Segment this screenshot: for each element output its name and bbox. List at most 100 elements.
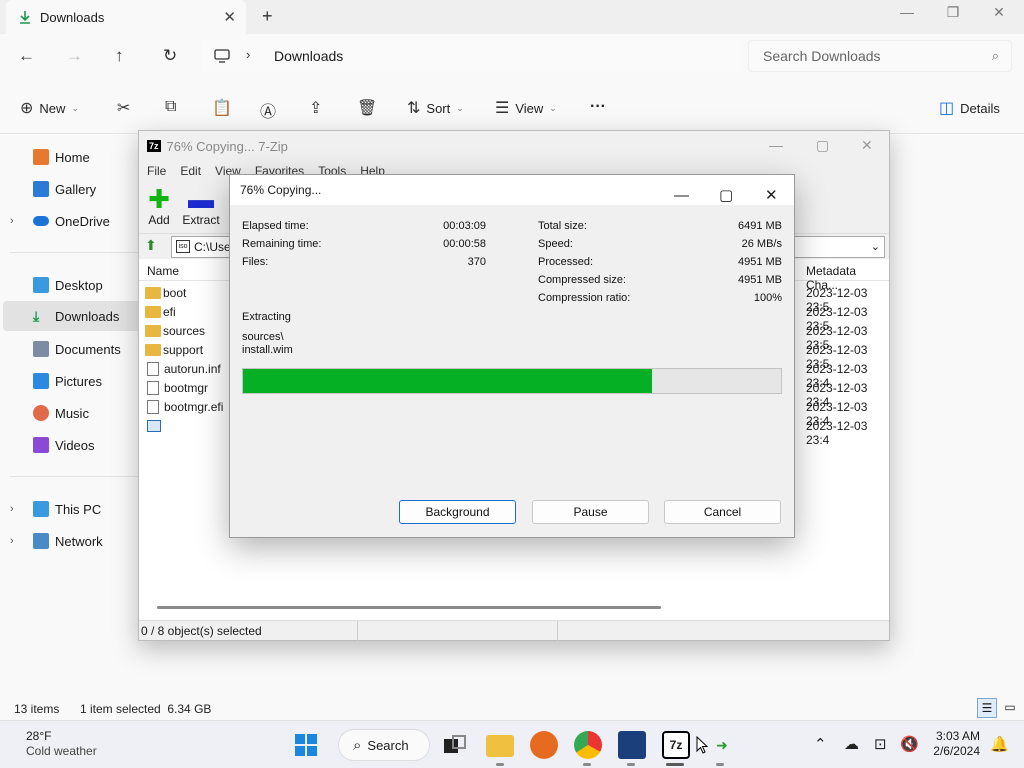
chevron-up-icon[interactable]: ⌃ [814,735,827,753]
nav-home[interactable]: Home [0,142,158,172]
close-window-button[interactable]: ✕ [861,137,873,154]
nav-downloads[interactable]: ⤓ Downloads [3,301,158,331]
7zip-logo-icon: 7z [147,140,161,152]
search-input[interactable]: Search Downloads ⌕ [748,40,1012,72]
list-item[interactable]: bootmgr.efi [145,397,223,416]
list-item[interactable]: efi [145,302,176,321]
minimize-button[interactable]: — [884,4,930,20]
folder-up-icon[interactable]: ⬆ [145,237,157,254]
taskbar-search[interactable]: ⌕ Search [338,729,430,761]
column-name[interactable]: Name [147,264,179,278]
dialog-title-bar: 76% Copying... — ▢ ✕ [230,175,794,205]
clock-time: 3:03 AM [935,729,980,743]
list-item[interactable]: boot [145,283,186,302]
chevron-right-icon: › [246,47,251,62]
horizontal-scrollbar[interactable] [157,606,661,609]
notification-bell-icon[interactable]: 🔔 [990,735,1009,753]
extract-button[interactable]: ▬ Extract [179,185,223,227]
new-label: New [39,100,66,116]
virtualbox-icon[interactable] [618,731,646,759]
list-item[interactable]: autorun.inf [145,359,221,378]
cloud-icon [33,216,49,226]
cloud-offline-icon[interactable]: ☁ [844,735,859,753]
nav-label: Gallery [55,181,97,197]
list-item[interactable] [145,416,166,435]
copy-progress-dialog: 76% Copying... — ▢ ✕ Elapsed time: 00:03… [229,174,795,538]
speed-value: 26 MB/s [741,238,782,250]
green-arrow-icon[interactable]: ➜ [708,731,736,759]
new-tab-button[interactable]: + [262,6,273,27]
nav-videos[interactable]: Videos [0,430,158,460]
chevron-down-icon: ⌄ [549,102,557,113]
nav-network[interactable]: › Network [0,526,158,556]
file-icon [147,399,159,414]
sort-button[interactable]: ⇅ Sort ⌄ [407,98,464,118]
maximize-button[interactable]: ❐ [930,4,976,21]
list-item[interactable]: support [145,340,203,359]
system-clock[interactable]: 3:03 AM 2/6/2024 [926,729,980,759]
file-icon [147,380,159,395]
minimize-button[interactable]: — [769,137,783,153]
close-tab-icon[interactable]: ✕ [223,8,236,26]
7zip-taskbar-icon[interactable]: 7z [662,731,690,759]
view-button[interactable]: ☰ View ⌄ [495,98,557,118]
nav-onedrive[interactable]: › OneDrive [0,206,158,236]
address-bar[interactable]: › Downloads [202,40,738,72]
refresh-icon[interactable]: ↻ [163,46,177,66]
nav-divider [10,252,150,253]
pause-button[interactable]: Pause [532,500,649,524]
copy-icon[interactable]: ⧉ [165,98,176,116]
menu-file[interactable]: File [147,164,166,178]
up-arrow-icon[interactable]: ↑ [115,46,124,66]
weather-widget[interactable]: 28°F Cold weather [26,729,97,759]
close-dialog-button[interactable]: ✕ [765,181,778,211]
chrome-icon[interactable] [574,731,602,759]
nav-desktop[interactable]: Desktop [0,270,158,300]
details-button[interactable]: ◫ Details [939,98,1000,118]
menu-edit[interactable]: Edit [180,164,201,178]
cut-icon[interactable]: ✂ [117,98,130,118]
file-explorer-icon[interactable] [486,735,514,757]
list-item[interactable]: sources [145,321,205,340]
drive-icon: iso [176,240,190,253]
firefox-icon[interactable] [530,731,558,759]
add-label: Add [148,213,170,227]
share-icon[interactable]: ⇪ [309,98,322,118]
nav-music[interactable]: Music [0,398,158,428]
new-button[interactable]: ⊕ New ⌄ [20,98,79,118]
add-button[interactable]: ✚ Add [137,185,181,227]
maximize-button[interactable]: ▢ [719,181,733,211]
remaining-value: 00:00:58 [443,238,486,250]
nav-this-pc[interactable]: › This PC [0,494,158,524]
cancel-button[interactable]: Cancel [664,500,781,524]
volume-muted-icon[interactable]: 🔇 [900,735,919,753]
more-options-icon[interactable]: ··· [590,98,606,116]
network-status-icon[interactable]: ⊡ [874,735,887,753]
rename-icon[interactable]: Ⓐ [260,98,276,122]
paste-icon[interactable]: 📋 [212,98,232,118]
close-window-button[interactable]: ✕ [976,4,1022,21]
windows-start-icon[interactable] [292,731,320,759]
background-button[interactable]: Background [399,500,516,524]
minimize-button[interactable]: — [674,181,689,211]
computer-icon [33,501,49,517]
chevron-right-icon[interactable]: › [10,215,14,227]
selection-info: 1 item selected 6.34 GB [80,702,212,716]
task-view-icon[interactable] [440,731,468,759]
maximize-button[interactable]: ▢ [816,137,829,154]
tiles-view-icon[interactable]: ▭ [1000,698,1020,718]
forward-arrow-icon[interactable]: → [66,46,83,66]
music-icon [33,405,49,421]
nav-gallery[interactable]: Gallery [0,174,158,204]
nav-documents[interactable]: Documents [0,334,158,364]
tab-downloads[interactable]: Downloads ✕ [6,0,246,34]
delete-icon[interactable]: 🗑 [357,98,377,118]
back-arrow-icon[interactable]: ← [18,46,35,66]
breadcrumb-downloads[interactable]: Downloads [274,48,343,64]
chevron-down-icon[interactable]: ⌄ [871,237,880,257]
list-item[interactable]: bootmgr [145,378,208,397]
details-view-icon[interactable]: ☰ [977,698,997,718]
nav-pictures[interactable]: Pictures [0,366,158,396]
chevron-right-icon[interactable]: › [10,503,14,515]
chevron-right-icon[interactable]: › [10,535,14,547]
